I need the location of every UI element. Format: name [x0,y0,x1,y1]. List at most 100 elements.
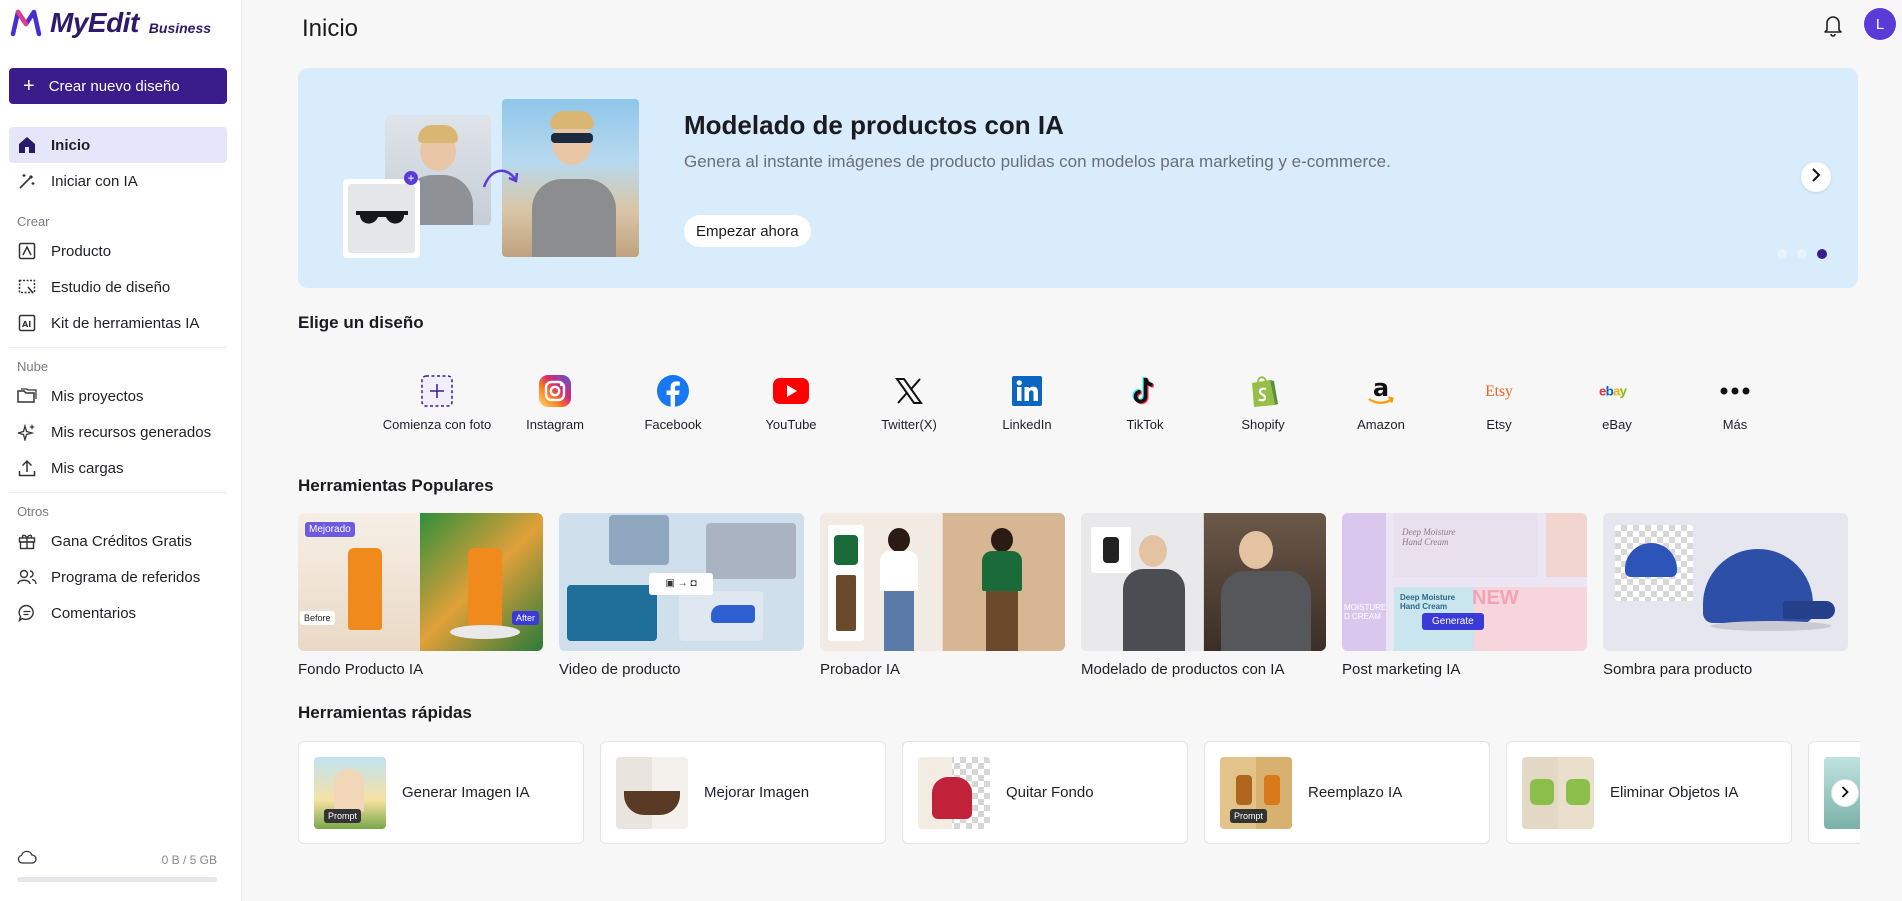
hero-banner: + Modelado de productos con IA Genera al… [298,68,1858,288]
platform-label: Twitter(X) [881,417,937,432]
tool-video-de-producto[interactable]: ▣ → ◘ Video de producto [559,513,804,678]
quick-tool-label: Quitar Fondo [1006,784,1094,801]
sidebar-item-comentarios[interactable]: Comentarios [9,595,227,631]
carousel-dot[interactable] [1777,249,1787,259]
design-linkedin[interactable]: LinkedIn [968,373,1086,432]
design-twitter-x[interactable]: Twitter(X) [850,373,968,432]
sidebar-item-label: Iniciar con IA [51,172,138,190]
quick-tool-mejorar-imagen[interactable]: Mejorar Imagen [600,741,886,844]
more-icon [1717,373,1753,409]
tool-label: Probador IA [820,661,901,678]
design-more[interactable]: Más [1676,373,1794,432]
sidebar-item-kit-herramientas-ia[interactable]: AI Kit de herramientas IA [9,305,227,341]
quick-tools-list: Prompt Generar Imagen IA Mejorar Imagen … [298,741,1860,844]
sidebar-item-iniciar-con-ia[interactable]: Iniciar con IA [9,163,227,199]
design-youtube[interactable]: YouTube [732,373,850,432]
design-section-title: Elige un diseño [298,313,424,332]
page-title: Inicio [302,15,359,42]
brand-logo[interactable]: MyEdit Business [10,6,211,40]
design-ebay[interactable]: ebay eBay [1558,373,1676,432]
design-tiktok[interactable]: TikTok [1086,373,1204,432]
section-label-otros: Otros [17,503,49,519]
design-etsy[interactable]: Etsy Etsy [1440,373,1558,432]
chevron-right-icon [1811,167,1821,187]
design-amazon[interactable]: a Amazon [1322,373,1440,432]
tool-label: Sombra para producto [1603,661,1753,678]
svg-text:a: a [1373,374,1389,402]
banner-next-button[interactable] [1801,162,1831,192]
plus-icon: + [404,171,418,185]
chevron-right-icon [1841,785,1849,801]
sidebar-item-mis-proyectos[interactable]: Mis proyectos [9,378,227,414]
design-instagram[interactable]: Instagram [496,373,614,432]
add-photo-icon [419,373,455,409]
sidebar-item-label: Mis recursos generados [51,423,212,441]
sidebar-nav: Inicio Iniciar con IA Crear Producto Est… [9,127,227,631]
quick-tool-label: Generar Imagen IA [402,784,530,801]
sidebar-item-gana-creditos[interactable]: Gana Créditos Gratis [9,523,227,559]
quick-tools-next-button[interactable] [1831,779,1859,807]
sidebar-item-mis-cargas[interactable]: Mis cargas [9,450,227,486]
carousel-dot[interactable] [1797,249,1807,259]
magic-wand-icon [17,171,37,191]
storage-bar [17,877,217,882]
tool-fondo-producto-ia[interactable]: Mejorado Before After Fondo Producto IA [298,513,543,678]
design-shopify[interactable]: Shopify [1204,373,1322,432]
myedit-logo-icon [10,9,42,37]
create-new-design-label: Crear nuevo diseño [48,77,180,95]
quick-tool-eliminar-objetos-ia[interactable]: Eliminar Objetos IA [1506,741,1792,844]
quick-tool-thumbnail: Prompt [1220,756,1292,829]
sidebar-item-inicio[interactable]: Inicio [9,127,227,163]
bell-icon[interactable] [1822,13,1844,37]
sidebar-item-label: Mis proyectos [51,387,144,405]
carousel-dots [1777,249,1827,259]
carousel-dot-active[interactable] [1817,249,1827,259]
sparkle-icon [17,422,37,442]
platform-label: Instagram [526,417,584,432]
platform-label: eBay [1602,417,1632,432]
brand-name: MyEdit [50,7,139,38]
platform-label: LinkedIn [1002,417,1052,432]
product-icon [17,241,37,261]
tool-sombra-para-producto[interactable]: Sombra para producto [1603,513,1848,678]
youtube-icon [773,373,809,409]
tool-modelado-productos-ia[interactable]: Modelado de productos con IA [1081,513,1326,678]
sidebar-item-programa-referidos[interactable]: Programa de referidos [9,559,227,595]
sidebar-item-mis-recursos-generados[interactable]: Mis recursos generados [9,414,227,450]
sidebar: MyEdit Business + Crear nuevo diseño Ini… [0,0,242,901]
sidebar-item-label: Inicio [51,136,91,154]
popular-tools-list: Mejorado Before After Fondo Producto IA … [298,513,1848,678]
quick-tool-label: Mejorar Imagen [704,784,810,801]
plus-icon: + [23,75,35,97]
avatar[interactable]: L [1864,8,1896,40]
sidebar-item-label: Estudio de diseño [51,278,171,296]
banner-title: Modelado de productos con IA [684,110,1064,140]
tool-label: Video de producto [559,661,681,678]
design-start-with-photo[interactable]: Comienza con foto [378,373,496,432]
sidebar-item-estudio-de-diseno[interactable]: Estudio de diseño [9,269,227,305]
divider [9,347,227,348]
design-studio-icon [17,277,37,297]
banner-subtitle: Genera al instante imágenes de producto … [684,152,1391,171]
comment-icon [17,603,37,623]
sidebar-item-producto[interactable]: Producto [9,233,227,269]
section-label-nube: Nube [17,358,49,374]
thumb-text: Deep Moisture Hand Cream [1400,593,1456,611]
tool-thumbnail: Mejorado Before After [298,513,543,651]
create-new-design-button[interactable]: + Crear nuevo diseño [9,68,227,104]
quick-tool-generar-imagen-ia[interactable]: Prompt Generar Imagen IA [298,741,584,844]
tool-post-marketing-ia[interactable]: Deep Moisture Hand Cream MOISTURE D CREA… [1342,513,1587,678]
tool-probador-ia[interactable]: Probador IA [820,513,1065,678]
upload-icon [17,458,37,478]
quick-tool-label: Eliminar Objetos IA [1610,784,1739,801]
start-now-button[interactable]: Empezar ahora [684,215,811,247]
platform-label: Comienza con foto [382,417,492,432]
design-facebook[interactable]: Facebook [614,373,732,432]
svg-text:AI: AI [22,320,31,329]
quick-tool-reemplazo-ia[interactable]: Prompt Reemplazo IA [1204,741,1490,844]
tool-thumbnail: ▣ → ◘ [559,513,804,651]
quick-tool-quitar-fondo[interactable]: Quitar Fondo [902,741,1188,844]
x-icon [891,373,927,409]
etsy-icon: Etsy [1481,373,1517,409]
tool-label: Post marketing IA [1342,661,1461,678]
